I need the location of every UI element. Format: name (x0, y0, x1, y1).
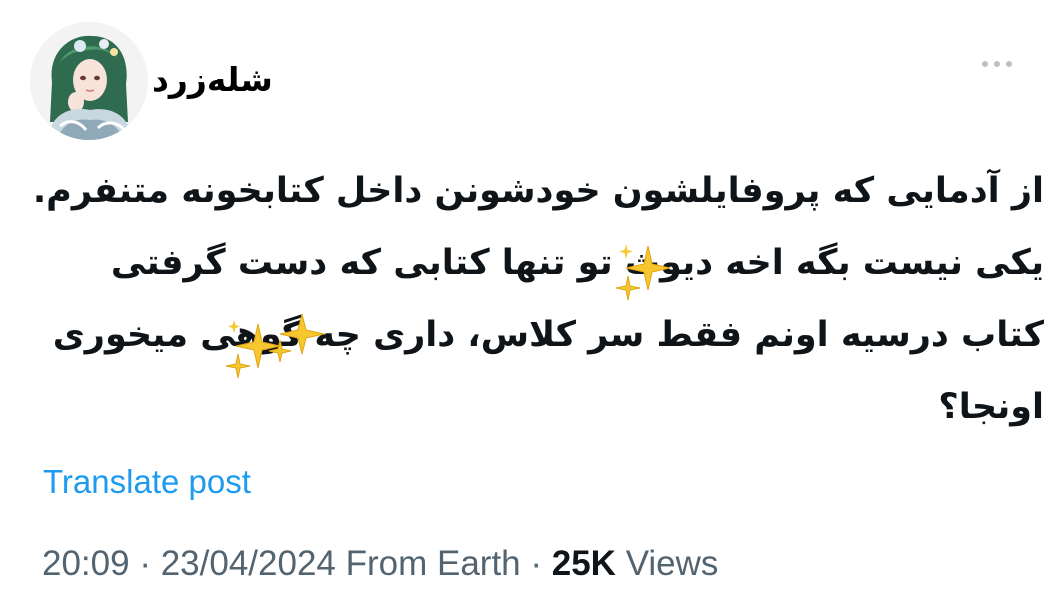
translate-post-link[interactable]: Translate post (43, 463, 251, 501)
tweet: شله‌زرد از آدمایی که پروفایلشون خودشونن … (0, 0, 1061, 600)
views-count[interactable]: 25K (552, 544, 616, 583)
post-text: از آدمایی که پروفایلشون خودشونن داخل کتا… (32, 155, 1044, 443)
sparkles-icon (615, 244, 671, 301)
post-text-line: کتاب درسیه اونم فقط سر کلاس، داری چه گوه… (52, 315, 1044, 355)
avatar[interactable] (30, 22, 148, 140)
post-date[interactable]: 23/04/2024 (161, 544, 336, 583)
separator-dot: · (129, 544, 161, 583)
post-metadata: 20:09 · 23/04/2024 From Earth · 25K View… (42, 544, 718, 584)
more-horizontal-icon[interactable] (978, 56, 1018, 70)
author-display-name[interactable]: شله‌زرد (152, 58, 273, 102)
sparkles-icon (225, 320, 281, 379)
post-source: From Earth (335, 544, 521, 583)
avatar-illustration (30, 22, 148, 140)
separator-dot: · (520, 544, 552, 583)
post-text-line: اونجا؟ (938, 387, 1044, 427)
views-label[interactable]: Views (616, 544, 719, 583)
post-text-line: یکی نیست بگه اخه دیوث تو تنها کتابی که د… (110, 243, 1044, 283)
post-time[interactable]: 20:09 (42, 544, 130, 583)
post-text-line: از آدمایی که پروفایلشون خودشونن داخل کتا… (32, 171, 1044, 211)
